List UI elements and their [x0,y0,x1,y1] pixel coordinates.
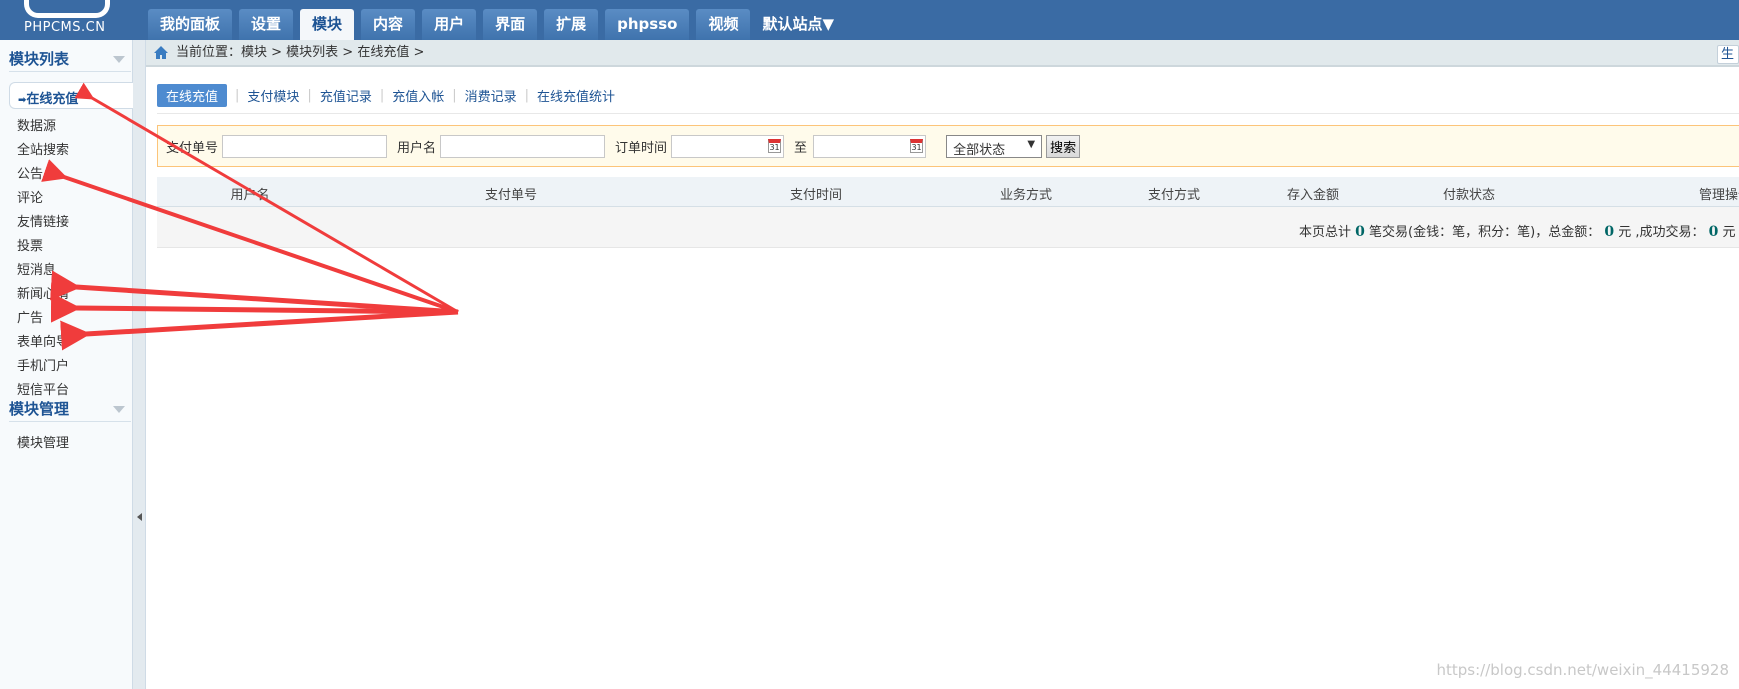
collapse-left-icon[interactable] [137,513,142,521]
nav-tab-content[interactable]: 内容 [361,9,416,40]
collapse-icon[interactable] [113,406,125,419]
sidebar-item[interactable]: 友情链接 [17,211,69,230]
subtab-recharge-stats[interactable]: 在线充值统计 [529,86,623,105]
logo[interactable]: PHPCMS.CN [20,0,140,40]
dropdown-arrow-icon: ▼ [1027,138,1036,150]
sidebar-item[interactable]: 评论 [17,187,43,206]
to-label: 至 [794,140,808,156]
sidebar-toggle-bar[interactable] [133,40,146,689]
col-amount: 存入金额 [1286,188,1340,203]
summary-row: 本页总计 0 笔交易(金钱：笔，积分：笔)，总金额： 0 元 ,成功交易： 0 … [157,207,1739,248]
sidebar-item[interactable]: 数据源 [17,115,56,134]
table-header: 用户名 支付单号 支付时间 业务方式 支付方式 存入金额 付款状态 管理操作 [157,177,1739,207]
col-pay-method: 支付方式 [1147,188,1201,203]
sidebar: 模块列表 ➡在线充值 数据源 全站搜索 公告 评论 友情链接 投票 短消息 新闻… [0,40,135,689]
sidebar-item[interactable]: 短消息 [17,259,56,278]
sidebar-section-module-list[interactable]: 模块列表 [9,48,131,72]
calendar-icon[interactable]: 31 [768,138,782,153]
username-input[interactable] [440,134,606,158]
col-actions: 管理操作 [1698,188,1739,203]
trade-count: 0 [1355,224,1365,240]
status-select[interactable]: 全部状态 ▼ [946,134,1043,158]
divider [157,113,1739,114]
caret-down-icon: ▼ [822,15,835,33]
subtab-consumption-records[interactable]: 消费记录 [457,86,525,105]
nav-tab-video[interactable]: 视频 [696,9,751,40]
col-order-no: 支付单号 [484,188,538,203]
sidebar-item[interactable]: 手机门户 [17,355,69,374]
search-bar: 支付单号 用户名 订单时间 31 至 31 全部状态 ▼ 搜索 [157,125,1739,167]
total-amount: 0 [1604,224,1615,240]
col-pay-status: 付款状态 [1442,188,1496,203]
top-header: PHPCMS.CN 我的面板 设置 模块 内容 用户 界面 扩展 phpsso … [0,0,1739,40]
order-no-input[interactable] [222,134,388,158]
nav-tab-phpsso[interactable]: phpsso [605,9,690,40]
sub-tabs: 在线充值 | 支付模块 | 充值记录 | 充值入帐 | 消费记录 | 在线充值统计 [157,84,623,107]
col-username: 用户名 [230,188,270,203]
nav-tab-modules[interactable]: 模块 [300,9,355,40]
calendar-icon[interactable]: 31 [910,138,924,153]
col-pay-time: 支付时间 [789,188,843,203]
sidebar-item-online-recharge[interactable]: ➡在线充值 [9,82,135,109]
nav-tab-dashboard[interactable]: 我的面板 [148,9,233,40]
sidebar-item[interactable]: 表单向导 [17,331,69,350]
home-icon [154,46,168,59]
sidebar-item[interactable]: 短信平台 [17,379,69,398]
search-button[interactable]: 搜索 [1046,134,1081,158]
site-selector[interactable]: 默认站点▼ [757,9,834,40]
subtab-payment-module[interactable]: 支付模块 [239,86,307,105]
nav-tab-users[interactable]: 用户 [422,9,477,40]
nav-tab-extensions[interactable]: 扩展 [544,9,599,40]
sidebar-item[interactable]: 全站搜索 [17,139,69,158]
watermark: https://blog.csdn.net/weixin_44415928 [1436,661,1729,679]
sidebar-item-module-manage[interactable]: 模块管理 [17,432,69,451]
main-nav: 我的面板 设置 模块 内容 用户 界面 扩展 phpsso 视频 默认站点▼ [148,9,834,40]
success-amount: 0 [1708,224,1719,240]
subtab-recharge-entry[interactable]: 充值入帐 [384,86,452,105]
order-no-label: 支付单号 [166,140,219,156]
nav-tab-interface[interactable]: 界面 [483,9,538,40]
username-label: 用户名 [397,140,437,156]
collapse-icon[interactable] [113,56,125,69]
col-business-type: 业务方式 [999,188,1053,203]
sidebar-item[interactable]: 新闻心情 [17,283,69,302]
sidebar-item[interactable]: 公告 [17,163,43,182]
nav-tab-settings[interactable]: 设置 [239,9,294,40]
sidebar-item[interactable]: 投票 [17,235,43,254]
generate-button[interactable]: 生成 [1717,45,1739,64]
breadcrumb: 当前位置：模块 > 模块列表 > 在线充值 > 生成 [146,40,1739,67]
subtab-online-recharge[interactable]: 在线充值 [157,84,228,107]
sidebar-section-module-manage[interactable]: 模块管理 [9,398,131,422]
subtab-recharge-records[interactable]: 充值记录 [312,86,380,105]
site-label: 默认站点 [762,15,823,33]
sidebar-item[interactable]: 广告 [17,307,43,326]
order-time-label: 订单时间 [615,140,668,156]
